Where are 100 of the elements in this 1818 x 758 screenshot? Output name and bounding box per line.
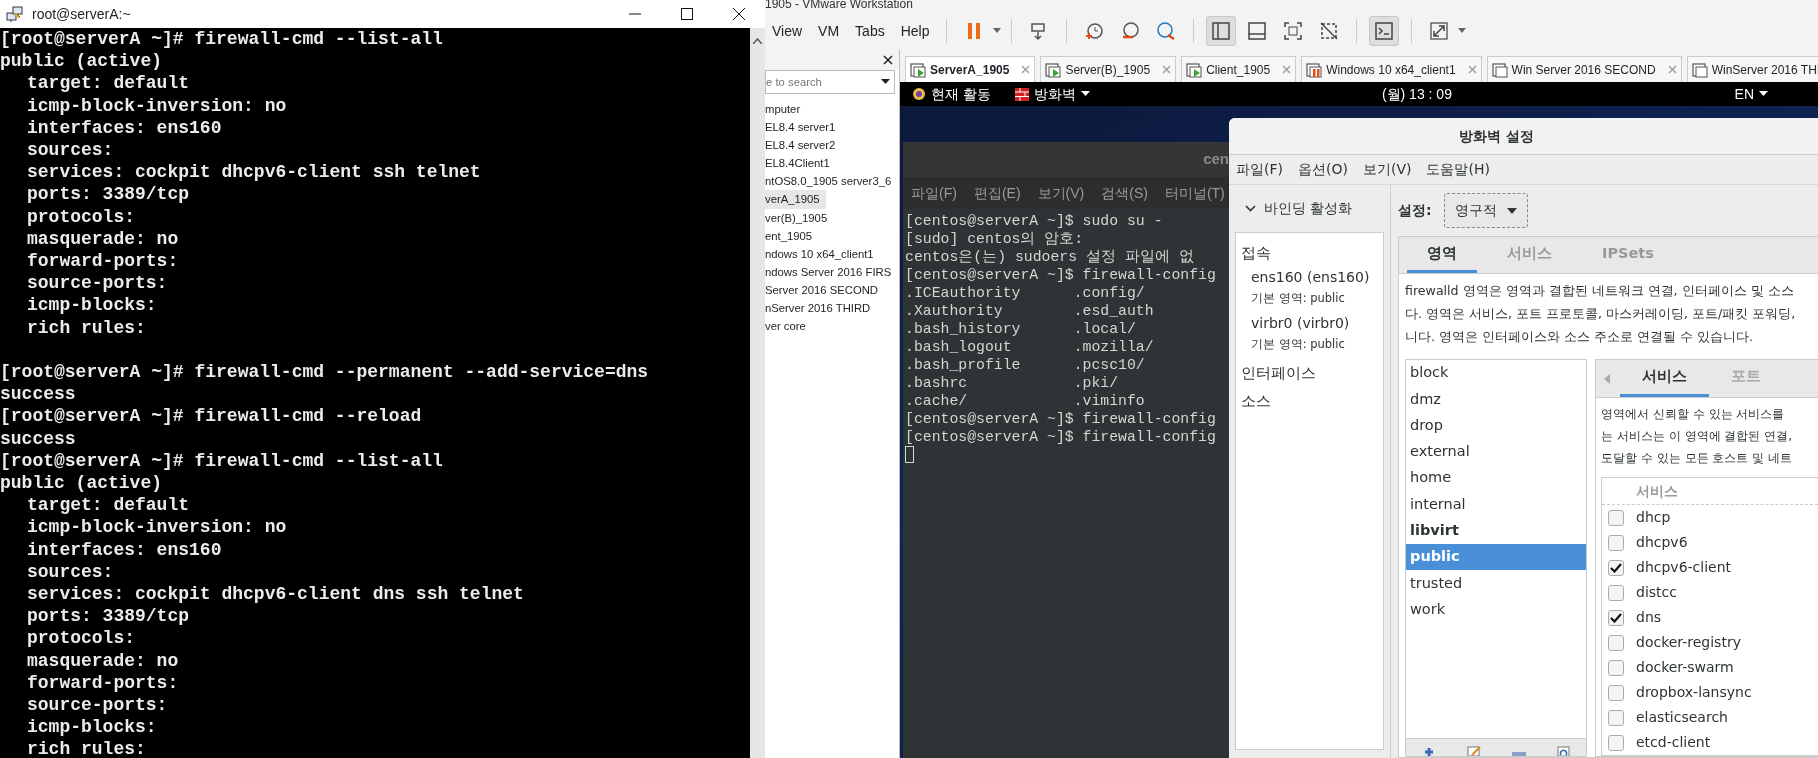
menu-item[interactable]: Tabs [848, 18, 892, 44]
library-item[interactable]: EL8.4 server2 [765, 136, 842, 155]
console-icon[interactable] [1374, 21, 1395, 41]
description-text: firewalld 영역은 영역과 결합된 네트워크 연결, 인터페이스 및 소스 [1405, 283, 1794, 298]
library-item[interactable]: Server 2016 SECOND [765, 280, 884, 300]
vm-tab[interactable]: Windows 10 x64_client1 [1301, 56, 1482, 82]
expander-label[interactable]: 바인딩 활성화 [1264, 198, 1353, 219]
terminal-line: interfaces: ens160 [27, 538, 222, 561]
terminal-line: forward-ports: [27, 250, 179, 273]
library-item[interactable]: verA_1905 [765, 190, 826, 209]
checkbox[interactable] [1608, 609, 1624, 626]
caret-icon[interactable] [1759, 91, 1768, 97]
library-item[interactable]: ndows 10 x64_client1 [765, 244, 880, 263]
terminal-line: [root@serverA ~]# firewall-cmd --list-all [0, 449, 443, 473]
maximize-icon[interactable] [681, 8, 693, 20]
checkbox[interactable] [1608, 659, 1624, 676]
terminal-line: .mozilla/ [1073, 339, 1154, 355]
menu-item[interactable]: 보기(V) [1037, 182, 1085, 204]
service-name: docker-registry [1636, 633, 1741, 652]
checkbox[interactable] [1608, 684, 1624, 701]
checkbox[interactable] [1608, 534, 1624, 551]
vm-tab[interactable]: Win Server 2016 SECOND [1486, 56, 1682, 82]
clock-plus-icon[interactable] [1084, 21, 1105, 41]
edit-icon[interactable] [1466, 746, 1481, 756]
terminal-line: .local/ [1073, 321, 1136, 337]
zone-item[interactable]: work [1406, 596, 1586, 623]
vm-tab[interactable]: Server(B)_1905 [1040, 56, 1177, 82]
library-item[interactable]: ver(B)_1905 [765, 208, 834, 227]
zone-item[interactable]: internal [1406, 491, 1586, 518]
input-source[interactable]: EN [1734, 83, 1754, 105]
clock[interactable]: (월) 13 : 09 [1381, 83, 1452, 105]
description-text: 영역에서 신뢰할 수 있는 서비스를 [1601, 407, 1785, 421]
fullscreen-icon[interactable] [1429, 21, 1450, 41]
close-icon[interactable] [733, 8, 745, 20]
vm-tab[interactable]: Client_1905 [1181, 56, 1297, 82]
checkbox[interactable] [1608, 509, 1624, 526]
menu-item[interactable]: View [765, 18, 810, 44]
library-item[interactable]: ndows Server 2016 FIRS [765, 262, 898, 281]
activities-button[interactable]: 현재 활동 [931, 83, 991, 105]
sidebar-icon[interactable] [1211, 21, 1232, 41]
service-name: docker-swarm [1636, 658, 1734, 677]
menu-item[interactable]: 도움말(H) [1426, 159, 1490, 180]
terminal-line: .pki/ [1073, 375, 1119, 391]
library-item[interactable]: ntOS8.0_1905 server3_6 [765, 172, 898, 191]
caret-icon[interactable] [1080, 91, 1090, 97]
vm-tab[interactable]: WinServer 2016 THI [1686, 56, 1818, 82]
computers-icon [6, 5, 24, 23]
tab[interactable]: 영역 [1407, 237, 1477, 273]
zone-item[interactable]: home [1406, 465, 1586, 492]
service-name: elasticsearch [1636, 708, 1728, 727]
zone-item[interactable]: dmz [1406, 386, 1586, 413]
menu-item[interactable]: 파일(F) [911, 182, 957, 204]
library-item[interactable]: ent_1905 [765, 226, 819, 245]
search-field[interactable]: e to search [765, 70, 895, 94]
library-item[interactable]: mputer [765, 100, 807, 119]
close-icon[interactable] [883, 55, 893, 65]
menu-item[interactable]: VM [811, 18, 847, 44]
library-item[interactable]: EL8.4 server1 [765, 118, 842, 137]
section-heading: 소스 [1241, 391, 1272, 412]
menu-item[interactable]: 검색(S) [1101, 182, 1148, 204]
menu-item[interactable]: 편집(E) [973, 182, 1021, 204]
zone-item[interactable]: trusted [1406, 570, 1586, 597]
menu-item[interactable]: 옵션(O) [1298, 159, 1348, 180]
terminal-line: .bash_history [905, 321, 1021, 337]
zone-item[interactable]: block [1406, 360, 1586, 387]
terminal-line: centos은(는) sudoers 설정 파일에 없 [905, 248, 1194, 266]
connection-name[interactable]: ens160 (ens160) [1251, 269, 1370, 285]
checkbox[interactable] [1608, 709, 1624, 726]
panel-icon[interactable] [1247, 21, 1268, 41]
zone-label: 기본 영역: public [1251, 291, 1345, 305]
checkbox[interactable] [1608, 634, 1624, 651]
chevron-icon[interactable] [1245, 205, 1256, 212]
no-stretch-icon[interactable] [1319, 21, 1340, 41]
menu-item[interactable]: 보기(V) [1362, 159, 1412, 180]
terminal-line: icmp-block-inversion: no [27, 516, 287, 539]
brick-wall-icon [1014, 87, 1029, 101]
tab[interactable]: 서비스 [1620, 360, 1709, 397]
menu-item[interactable]: Help [893, 18, 937, 44]
menu-item[interactable]: 터미널(T) [1164, 182, 1225, 204]
zone-item[interactable]: drop [1406, 412, 1586, 439]
library-item[interactable]: nServer 2016 THIRD [765, 299, 877, 318]
description-text: 다. 영역은 서비스, 포트 프로토콜, 마스커레이딩, 포트/패킷 포워딩, [1405, 306, 1796, 321]
config-dropdown[interactable]: 영구적 [1443, 193, 1528, 228]
library-item[interactable]: ver core [765, 317, 812, 336]
zone-item[interactable]: libvirt [1406, 517, 1586, 545]
caret-icon[interactable] [881, 79, 890, 85]
app-menu[interactable]: 방화벽 [1033, 83, 1076, 105]
menu-item[interactable]: 파일(F) [1236, 159, 1283, 180]
library-item[interactable]: EL8.4Client1 [765, 154, 836, 173]
caret-icon[interactable] [1506, 207, 1517, 214]
vm-tab[interactable]: ServerA_1905 [905, 56, 1036, 82]
fit-icon[interactable] [1283, 21, 1304, 41]
terminal-line: [centos@serverA ~]$ firewall-config [905, 428, 1216, 446]
connection-name[interactable]: virbr0 (virbr0) [1251, 315, 1350, 331]
checkbox[interactable] [1608, 559, 1624, 576]
checkbox[interactable] [1608, 584, 1624, 601]
zone-item[interactable]: external [1406, 438, 1586, 466]
terminal-line: .bash_logout [905, 339, 1012, 355]
checkbox[interactable] [1608, 734, 1624, 751]
scroll-up-icon[interactable] [753, 38, 762, 44]
